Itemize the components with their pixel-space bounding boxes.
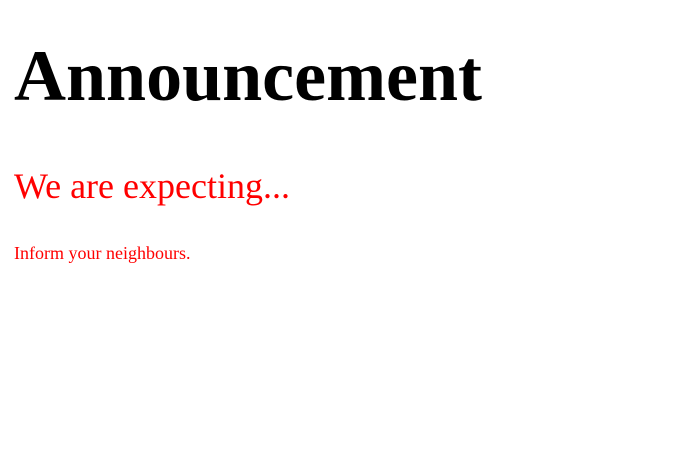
body-paragraph: Inform your neighbours. (14, 243, 191, 263)
subheading: We are expecting... (14, 166, 290, 206)
page-title: Announcement (14, 36, 483, 116)
